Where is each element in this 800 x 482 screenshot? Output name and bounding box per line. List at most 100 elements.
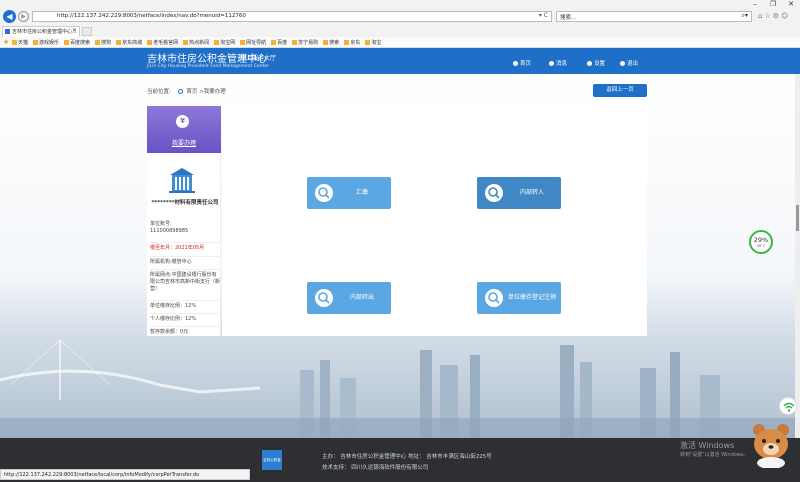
toolbar-icons[interactable]: ⌂☆⚙☺ [758,12,790,20]
footer-support: 技术支持： 四川久远银海软件股份有限公司 [322,465,429,471]
folder-icon [323,40,329,45]
search-icon[interactable]: ⌕▾ [742,12,748,20]
bear-mascot-icon[interactable] [749,418,793,468]
transfer-in-label: 内部转入 [519,189,544,196]
activate-windows-hint: 转到"设置"以激活 Windows。 [680,452,749,458]
nav-settings[interactable]: 设置 [587,59,605,67]
address-url: http://122.137.242.229:8003/netface/inde… [57,13,246,19]
folder-icon [183,40,189,45]
back-nav-button[interactable]: ◀ [3,10,16,23]
scrollbar-thumb[interactable] [796,205,799,231]
breadcrumb: 当前位置: 首页 >我要办理 [147,87,226,95]
sidebar-header[interactable]: ¥ 我要办理 [147,106,221,153]
favorite-link[interactable]: 京东 [344,39,360,46]
site-subtitle: 网上服务大厅 [240,55,277,62]
company-name: ********材料有限责任公司 [151,200,219,206]
unit-deregistration-button[interactable]: 单位缴存登记注销 [477,282,561,314]
favorite-link[interactable]: 苏宁易购 [292,39,318,46]
handle-icon: ¥ [176,115,189,128]
site-header [0,48,800,74]
folder-icon [365,40,371,45]
browser-titlebar: – ❐ ✕ [0,0,800,8]
minimize-button[interactable]: – [746,0,764,8]
favorites-star-icon[interactable]: ★ [3,38,9,46]
city-skyline-image [0,340,800,438]
favorite-link[interactable]: 搜狗 [95,39,111,46]
back-button[interactable]: 返回上一页 [593,84,647,97]
favorite-link[interactable]: 淘宝网 [214,39,235,46]
home-icon [513,61,518,66]
browser-search-input[interactable]: 搜索... ⌕▾ [556,11,752,22]
folder-icon [116,40,122,45]
activate-windows-title: 激活 Windows [680,441,735,450]
favorite-link[interactable]: 淘宝 [365,39,381,46]
folder-icon [292,40,298,45]
browser-tab[interactable]: 吉林市住房公积金管理中心... × [2,26,80,37]
nav-home[interactable]: 首页 [513,59,531,67]
unit-account-value: 111000898985 [150,228,189,234]
breadcrumb-prefix: 当前位置: [147,89,171,95]
folder-icon [12,40,17,45]
internal-transfer-in-button[interactable]: 内部转入 [477,177,561,209]
close-tab-icon[interactable]: × [72,27,77,34]
building-icon [169,168,195,193]
favorites-list: 天猫 游戏娱乐 百度搜索 搜狗 京东商城 老毛桃官网 热点新闻 淘宝网 网址导航… [12,39,381,46]
favorite-link[interactable]: 天猫 [12,39,28,46]
footer-host: 主办： 吉林市住房公积金管理中心 地址： 吉林市丰满区海山街225号 [322,454,492,460]
action-panel [222,106,647,336]
tab-row [0,25,800,37]
search-icon [315,289,333,307]
gauge-percent: 29% [753,236,769,244]
message-icon [549,61,554,66]
breadcrumb-current: >我要办理 [199,89,226,95]
breadcrumb-home-link[interactable]: 首页 [186,89,197,95]
folder-icon [147,40,153,45]
favorite-link[interactable]: 网址导航 [240,39,266,46]
folder-icon [33,40,39,45]
internal-transfer-out-button[interactable]: 内部转出 [307,282,391,314]
favorite-link[interactable]: 搜索 [323,39,339,46]
nav-logout[interactable]: 退出 [620,59,638,67]
favorite-link[interactable]: 老毛桃官网 [147,39,178,46]
deregistration-label: 单位缴存登记注销 [507,294,556,301]
footer-logo: 吉林公积金 [262,450,282,470]
site-title-en: JiLin City Housing Provident Fund Manage… [147,64,269,69]
favorite-link[interactable]: 热点新闻 [183,39,209,46]
new-tab-button[interactable] [82,27,92,36]
home-icon [177,89,183,94]
search-icon [485,184,503,202]
tab-title: 吉林市住房公积金管理中心... [12,29,77,35]
forward-nav-button[interactable]: ▶ [18,11,29,22]
bank-text: 所属网点:中国建设银行股份有限公司吉林市高新中街支行（新营） [150,269,220,293]
search-placeholder: 搜索... [560,15,577,21]
folder-icon [271,40,277,45]
status-bar-url: http://122.137.242.229:8003/netface/loca… [0,469,250,480]
favorite-link[interactable]: 京东商城 [116,39,142,46]
folder-icon [240,40,246,45]
folder-icon [344,40,350,45]
close-window-button[interactable]: ✕ [782,0,800,8]
favicon-icon [5,29,10,34]
transfer-out-label: 内部转出 [349,294,374,301]
remit-label: 汇缴 [355,189,368,196]
restore-button[interactable]: ❐ [764,0,782,8]
gear-icon [587,61,592,66]
favorite-link[interactable]: 游戏娱乐 [33,39,59,46]
address-bar[interactable]: http://122.137.242.229:8003/netface/inde… [32,11,552,22]
search-icon [315,184,333,202]
favorite-link[interactable]: 百度搜索 [64,39,90,46]
suspended-balance-text: 暂存款余额：0元 [150,326,220,336]
performance-gauge[interactable]: 29% 48°C [749,230,773,254]
wifi-icon[interactable] [779,397,797,415]
refresh-icon[interactable]: ▾ C [539,12,548,19]
folder-icon [214,40,220,45]
unit-rate-text: 单位缴存比例：12% [150,300,220,310]
favorite-link[interactable]: 百度 [271,39,287,46]
page-scrollbar[interactable] [795,74,800,438]
sidebar-heading: 我要办理 [171,140,196,147]
gauge-temp: 48°C [756,244,766,248]
nav-messages[interactable]: 消息 [549,59,567,67]
folder-icon [64,40,70,45]
remit-button[interactable]: 汇缴 [307,177,391,209]
deadline-text: 缴至年月：2021年05月 [150,242,220,252]
